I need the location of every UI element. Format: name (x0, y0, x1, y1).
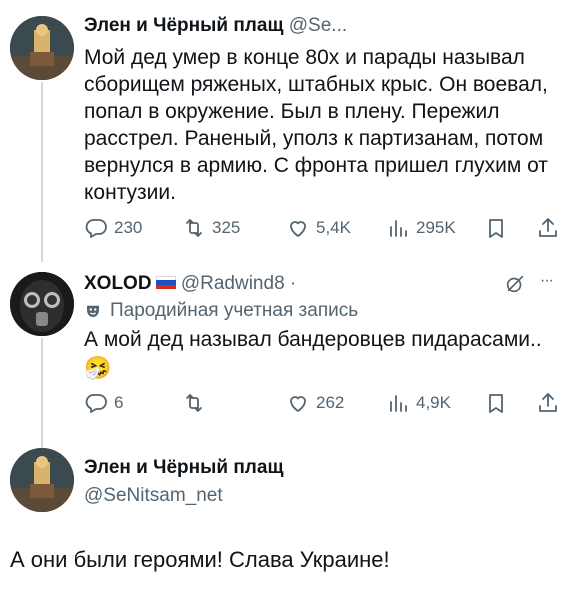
grok-button[interactable] (504, 272, 526, 296)
parody-text: Пародийная учетная запись (110, 300, 359, 321)
tweet-header: Элен и Чёрный плащ (84, 456, 283, 480)
author-handle[interactable]: @Radwind8 · (181, 273, 296, 294)
like-button[interactable]: 5,4K (286, 215, 351, 241)
share-button[interactable] (536, 390, 560, 416)
thread-line (41, 338, 43, 448)
tweet-header: @SeNitsam_net (84, 484, 223, 508)
avatar[interactable] (10, 272, 74, 336)
author-name[interactable]: XOLOD (84, 273, 152, 294)
tweet-text: А они были героями! Слава Украине! (10, 547, 390, 572)
bookmark-icon (489, 219, 503, 238)
retweet-icon (186, 394, 202, 412)
russia-flag-icon (155, 275, 176, 289)
like-count: 5,4K (316, 218, 351, 237)
reply-button[interactable]: 6 (84, 390, 123, 416)
like-button[interactable]: 262 (286, 390, 344, 416)
views-button[interactable]: 4,9K (386, 390, 451, 416)
reply-count: 6 (114, 393, 124, 412)
retweet-button[interactable]: 325 (182, 215, 240, 241)
author-name[interactable]: Элен и Чёрный плащ (84, 457, 283, 478)
reply-icon (85, 219, 107, 238)
reply-button[interactable]: 230 (84, 215, 142, 241)
views-count: 295K (416, 218, 456, 237)
tweet-header: XOLOD @Radwind8 · (84, 272, 296, 296)
tweet-actions: 6 262 4,9K (84, 390, 564, 416)
avatar[interactable] (10, 16, 74, 80)
parody-label: Пародийная учетная запись (84, 300, 358, 322)
reply-count: 230 (114, 218, 143, 237)
tweet-header: Элен и Чёрный плащ @Se... (84, 14, 347, 38)
emoji-sneezing: 🤧 (84, 355, 112, 380)
views-count: 4,9K (416, 393, 451, 412)
retweet-count: 325 (212, 218, 241, 237)
share-icon (539, 218, 557, 237)
tweet-actions: 230 325 5,4K 295K (84, 215, 564, 241)
author-handle[interactable]: @SeNitsam_net (84, 485, 223, 506)
like-count: 262 (316, 393, 345, 412)
avatar[interactable] (10, 448, 74, 512)
author-name[interactable]: Элен и Чёрный плащ (84, 15, 283, 36)
share-button[interactable] (536, 215, 560, 241)
author-handle[interactable]: @Se... (289, 15, 347, 36)
views-icon (390, 220, 407, 237)
bookmark-button[interactable] (484, 215, 508, 241)
like-icon (290, 221, 306, 237)
grok-icon (506, 275, 524, 293)
share-icon (539, 393, 557, 412)
bookmark-icon (489, 394, 503, 413)
bookmark-button[interactable] (484, 390, 508, 416)
views-button[interactable]: 295K (386, 215, 456, 241)
like-icon (290, 396, 306, 412)
reply-icon (85, 394, 107, 413)
views-icon (390, 395, 407, 412)
tweet-text: Мой дед умер в конце 80х и парады называ… (84, 46, 548, 204)
more-icon[interactable]: ··· (540, 272, 554, 290)
parody-mask-icon (87, 305, 99, 317)
thread-line (41, 82, 43, 262)
retweet-button[interactable] (182, 390, 212, 416)
tweet-text: А мой дед называл бандеровцев пидарасами… (84, 328, 542, 351)
retweet-icon (186, 219, 202, 237)
